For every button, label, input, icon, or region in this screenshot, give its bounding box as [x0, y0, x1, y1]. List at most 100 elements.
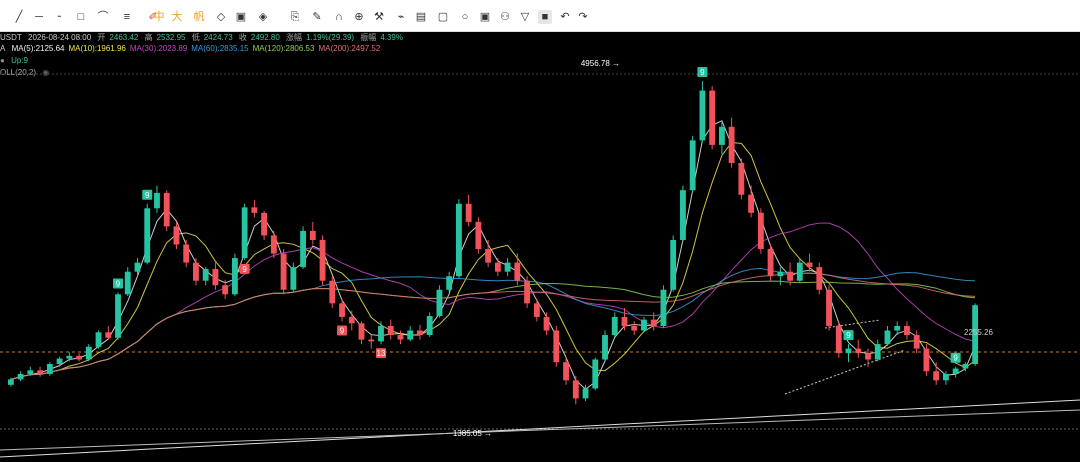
candle-body	[680, 190, 686, 240]
candle-body	[602, 335, 608, 360]
candle-body	[134, 262, 141, 272]
compare-icon[interactable]: ▤	[414, 10, 428, 24]
candle-body	[115, 294, 121, 338]
candle-body	[709, 90, 716, 145]
candle-body	[533, 303, 540, 317]
channel-line-low	[784, 349, 906, 395]
candle-body	[524, 280, 531, 304]
candle-body	[621, 316, 628, 326]
td-marker-label: 9	[846, 331, 851, 340]
candlestick-chart: 9 9 9 9 13 9 9 9 4956.78 → 1385.05 → 2255.26	[0, 59, 1080, 458]
candle-body	[37, 370, 44, 374]
candle-body	[806, 262, 813, 268]
hide-icon[interactable]: ▣	[478, 10, 492, 24]
path-tool[interactable]: ⌒	[96, 10, 110, 24]
candle-body	[319, 239, 326, 281]
tree-icon[interactable]: ⚇	[498, 10, 512, 24]
crosshair-tool[interactable]: ╱	[12, 10, 26, 24]
candle-body	[933, 371, 940, 381]
candle-body	[446, 276, 453, 290]
hammer-icon[interactable]: ⚒	[372, 10, 386, 24]
copy-icon[interactable]: ⎘	[288, 10, 302, 24]
trash-icon[interactable]: ■	[538, 10, 552, 24]
lock-icon[interactable]: ▢	[436, 10, 450, 24]
rectangle-tool[interactable]: □	[74, 10, 88, 24]
trendline-upper	[0, 409, 1080, 451]
td-marker-label: 9	[700, 68, 705, 77]
zhong-tool[interactable]: 中	[152, 10, 166, 24]
candle-body	[611, 316, 618, 336]
visible-icon[interactable]: ○	[458, 10, 472, 24]
candle-body	[543, 316, 550, 331]
candle-body	[748, 194, 755, 213]
candle-body	[417, 330, 423, 336]
ma-line-1	[10, 142, 976, 380]
td-marker-label: 9	[145, 191, 150, 200]
candle-body	[378, 325, 384, 342]
undo-icon[interactable]: ↶	[558, 10, 572, 24]
candle-body	[504, 262, 511, 272]
candle-body	[767, 249, 774, 277]
candle-body	[757, 212, 764, 250]
shapes-tool[interactable]: ◈	[256, 10, 270, 24]
candle-body	[796, 262, 803, 281]
fan-tool[interactable]: 帆	[192, 10, 206, 24]
candle-body	[17, 373, 24, 380]
candle-body	[241, 207, 248, 259]
candle-body	[952, 368, 959, 374]
candle-body	[348, 316, 355, 324]
candle-body	[46, 364, 53, 374]
candle-body	[163, 192, 170, 227]
magnet-icon[interactable]: ∩	[332, 10, 346, 24]
candle-body	[670, 239, 677, 290]
da-tool[interactable]: 大	[170, 10, 184, 24]
candle-body	[56, 358, 63, 365]
candle-body	[280, 253, 287, 290]
candle-body	[270, 235, 277, 254]
candle-body	[816, 267, 823, 290]
zoom-icon[interactable]: ⊕	[352, 10, 366, 24]
redo-icon[interactable]: ↷	[576, 10, 590, 24]
candle-body	[261, 212, 268, 236]
candle-body	[124, 271, 131, 295]
channel-line-high	[824, 319, 881, 329]
candle-body	[300, 230, 306, 268]
measure-icon[interactable]: ⌁	[394, 10, 408, 24]
filter-icon[interactable]: ▽	[518, 10, 532, 24]
trendline-tool[interactable]: ╴	[54, 10, 68, 24]
horizontal-line-tool[interactable]: ─	[32, 10, 46, 24]
candle-body	[329, 280, 336, 304]
pattern-tool[interactable]: ◇	[214, 10, 228, 24]
candle-body	[387, 325, 394, 336]
candle-body	[193, 262, 199, 281]
candle-body	[105, 332, 112, 338]
candle-body	[426, 316, 433, 336]
candle-body	[154, 192, 160, 209]
candle-body	[718, 126, 725, 145]
candle-body	[894, 325, 901, 331]
candle-body	[553, 330, 560, 363]
candle-body	[339, 303, 345, 317]
text-lines-tool[interactable]: ≡	[120, 10, 134, 24]
candle-body	[95, 332, 102, 347]
candle-body	[465, 203, 472, 222]
edit-icon[interactable]: ✎	[310, 10, 324, 24]
td-marker-label: 9	[953, 354, 958, 363]
candle-body	[251, 207, 258, 213]
candle-body	[368, 339, 375, 342]
candle-body	[27, 370, 34, 374]
candle-body	[231, 258, 238, 295]
candle-body	[874, 344, 881, 360]
candle-body	[436, 289, 443, 317]
candle-body	[689, 140, 696, 191]
candle-body	[66, 355, 73, 359]
candle-body	[407, 330, 414, 340]
candle-body	[173, 226, 180, 245]
candle-body	[913, 335, 920, 349]
chart-area[interactable]: USDT 2026-08-24 08:00 开 2463.42 高 2532.95 …	[0, 32, 1080, 462]
image-tool[interactable]: ▣	[234, 10, 248, 24]
candle-body	[592, 359, 599, 389]
candle-body	[641, 319, 647, 331]
candle-body	[650, 319, 657, 326]
candle-body	[455, 203, 462, 277]
